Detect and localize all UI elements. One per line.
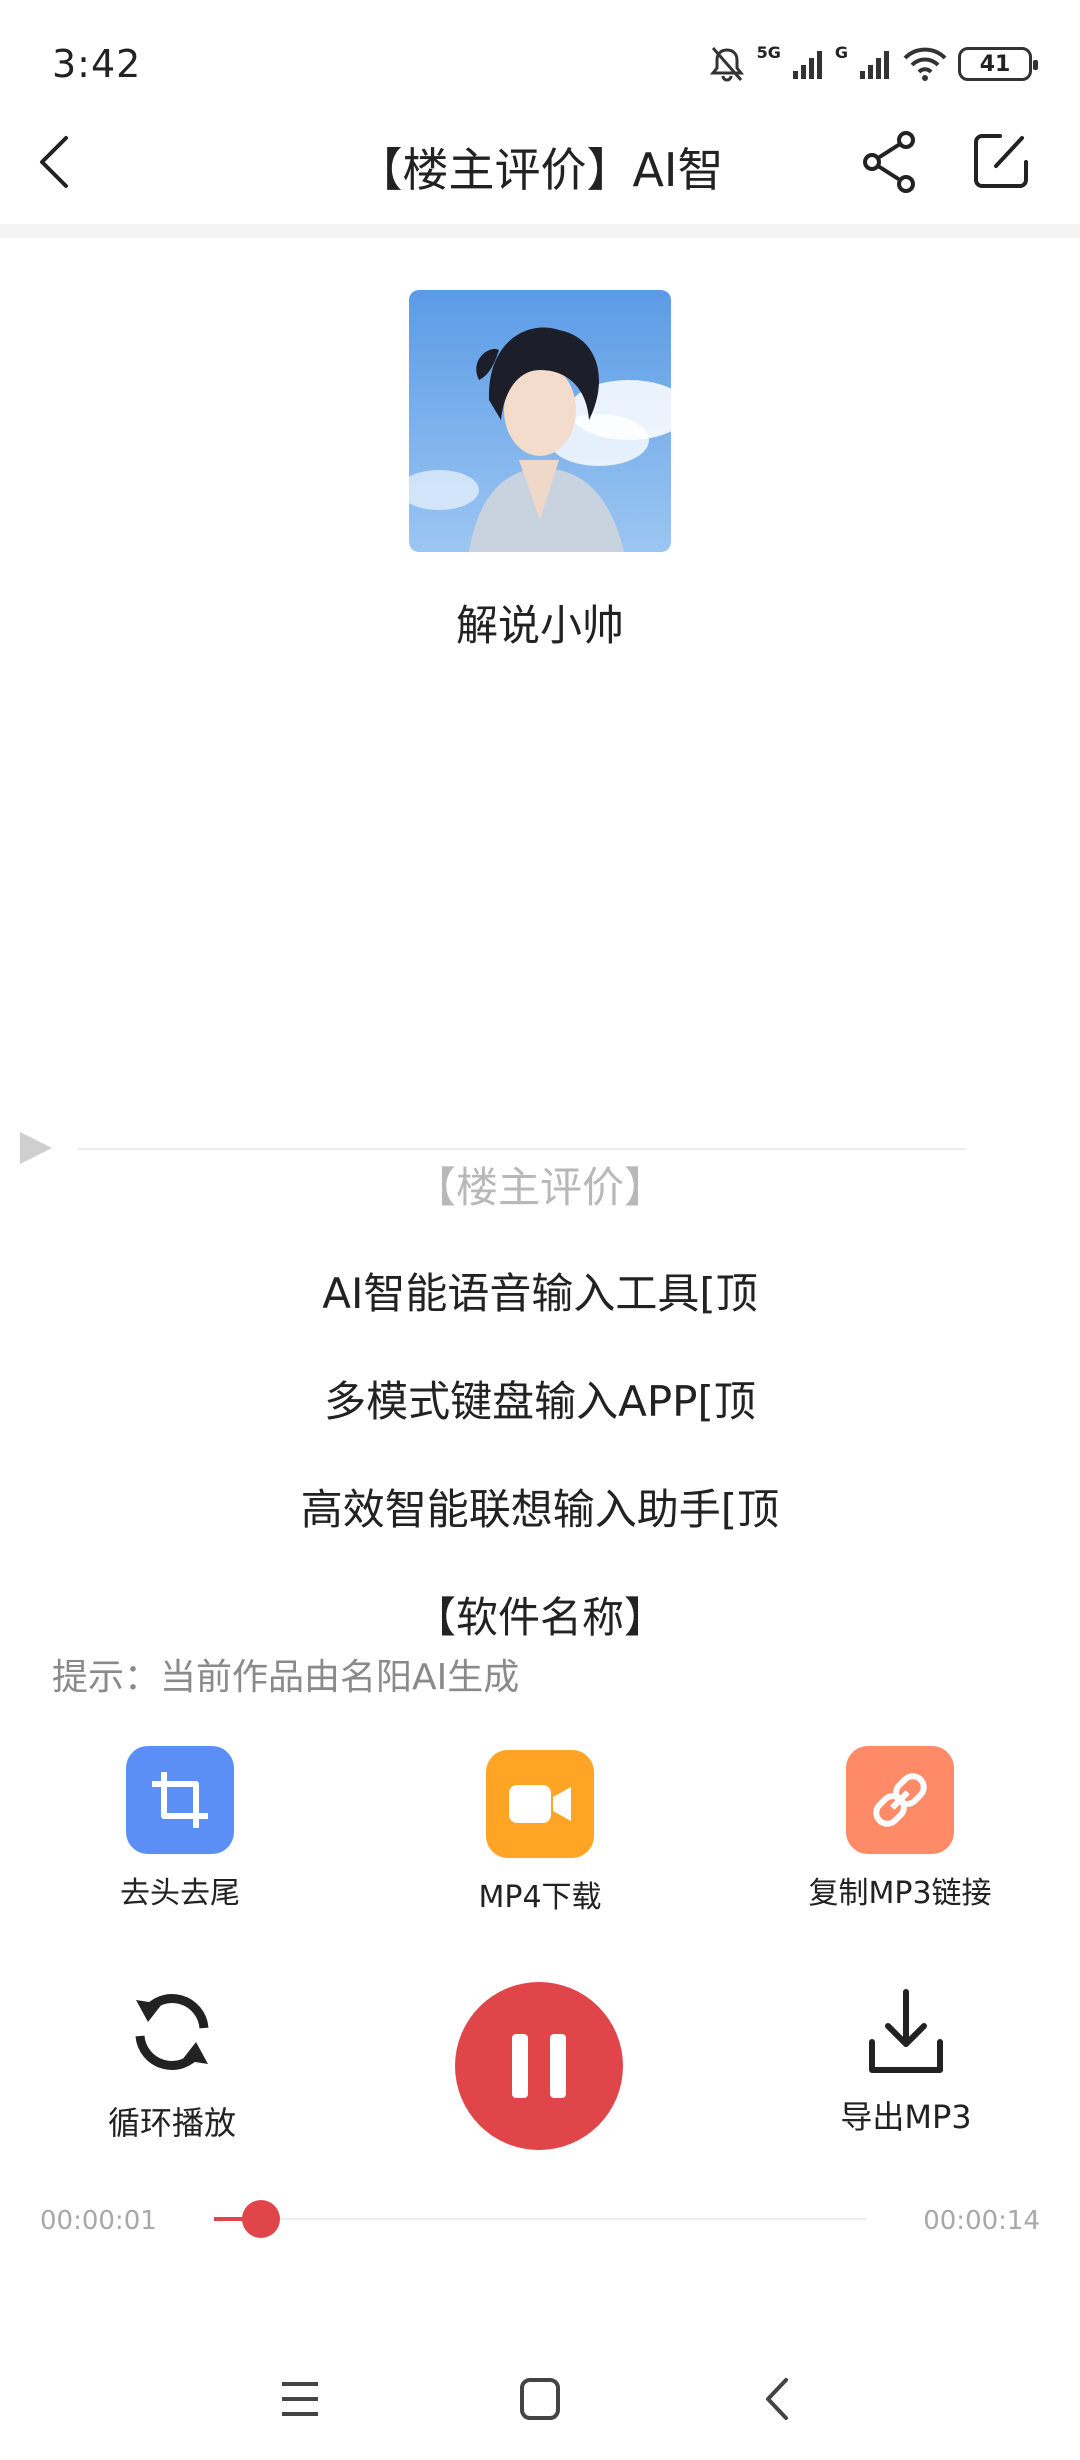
current-time: 00:00:01	[40, 2206, 157, 2236]
signal-icon	[792, 51, 822, 79]
battery-indicator: 41	[958, 47, 1038, 81]
crop-icon	[126, 1746, 234, 1854]
copy-mp3-link-button[interactable]: 复制MP3链接	[770, 1746, 1030, 1912]
home-icon[interactable]	[516, 2374, 564, 2424]
download-icon	[869, 1989, 943, 2073]
mp4-download-label: MP4下载	[478, 1880, 602, 1915]
back-arrow-icon[interactable]	[34, 134, 74, 190]
lyric-line: AI智能语音输入工具[顶	[322, 1269, 758, 1318]
system-back-icon[interactable]	[760, 2374, 794, 2424]
export-mp3-button[interactable]: 导出MP3	[786, 1988, 1026, 2138]
link-icon	[846, 1746, 954, 1854]
loop-icon	[135, 1994, 209, 2070]
progress-track[interactable]	[214, 2218, 866, 2220]
narrator-avatar	[409, 290, 671, 552]
share-icon[interactable]	[860, 130, 920, 194]
status-time: 3:42	[52, 42, 142, 86]
progress-thumb[interactable]	[241, 2200, 280, 2238]
lyric-line: 【软件名称】	[413, 1593, 666, 1642]
ai-hint-text: 提示：当前作品由名阳AI生成	[52, 1657, 520, 1698]
wifi-icon	[903, 47, 947, 81]
loop-play-label: 循环播放	[107, 2104, 236, 2142]
network-5g-label: 5G	[756, 42, 781, 62]
pause-button[interactable]	[455, 1982, 623, 2150]
menu-icon[interactable]	[278, 2374, 322, 2424]
lyric-line: 多模式键盘输入APP[顶	[324, 1377, 756, 1426]
lyrics-divider	[78, 1148, 966, 1150]
total-time: 00:00:14	[923, 2206, 1040, 2236]
trim-button[interactable]: 去头去尾	[50, 1746, 310, 1912]
trim-label: 去头去尾	[120, 1876, 240, 1911]
edit-icon[interactable]	[970, 130, 1032, 192]
mp4-download-button[interactable]: MP4下载	[410, 1750, 670, 1916]
lyric-line: 【楼主评价】	[413, 1163, 666, 1212]
status-icons: 5G G 41	[707, 42, 1038, 84]
signal-icon	[860, 51, 889, 79]
network-g-label: G	[834, 42, 848, 62]
header-divider	[0, 224, 1080, 238]
pause-icon	[512, 2034, 528, 2098]
copy-mp3-link-label: 复制MP3链接	[808, 1876, 992, 1911]
narrator-name: 解说小帅	[455, 601, 624, 650]
loop-play-button[interactable]: 循环播放	[52, 1982, 292, 2144]
lyric-line: 高效智能联想输入助手[顶	[300, 1485, 780, 1534]
export-mp3-label: 导出MP3	[840, 2098, 972, 2136]
mute-bell-icon	[709, 47, 744, 82]
video-camera-icon	[486, 1750, 594, 1858]
page-title: 【楼主评价】AI智	[356, 143, 724, 197]
